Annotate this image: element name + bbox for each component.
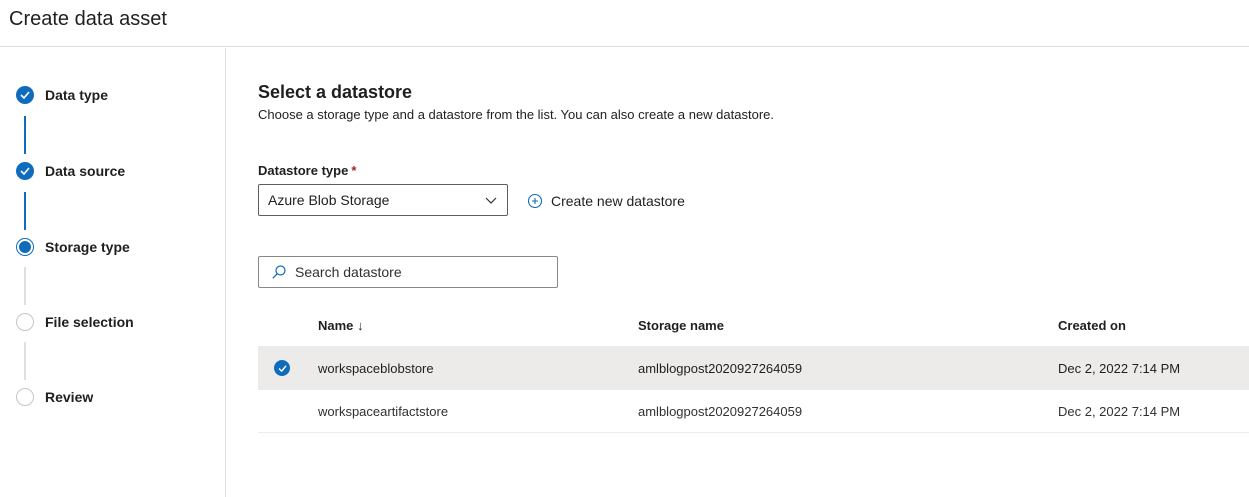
storage-name: amlblogpost2020927264059 — [638, 404, 803, 419]
datastore-name: workspaceartifactstore — [318, 404, 449, 419]
search-input[interactable] — [295, 264, 545, 280]
wizard-step-data-source[interactable]: Data source — [16, 162, 125, 180]
sort-down-arrow-icon: ↓ — [357, 318, 364, 333]
header-bar: Create data asset — [0, 0, 1249, 47]
table-row[interactable]: workspaceblobstore amlblogpost2020927264… — [258, 347, 1249, 390]
wizard-step-file-selection[interactable]: File selection — [16, 313, 134, 331]
wizard-step-label: Review — [45, 389, 94, 405]
wizard-step-label: File selection — [45, 314, 134, 330]
created-on: Dec 2, 2022 7:14 PM — [1058, 361, 1181, 376]
create-new-datastore-button[interactable]: Create new datastore — [527, 193, 685, 209]
column-header-name[interactable]: Name ↓ — [318, 318, 364, 333]
section-description: Choose a storage type and a datastore fr… — [258, 107, 774, 122]
check-circle-icon — [16, 162, 34, 180]
wizard-connector — [24, 267, 26, 305]
search-box[interactable] — [258, 256, 558, 288]
datastore-type-label: Datastore type * — [258, 163, 356, 178]
datastore-type-value: Azure Blob Storage — [268, 192, 390, 208]
chevron-down-icon — [485, 197, 497, 204]
wizard-connector — [24, 192, 26, 230]
wizard-sidebar — [0, 48, 226, 497]
created-on: Dec 2, 2022 7:14 PM — [1058, 404, 1181, 419]
wizard-step-data-type[interactable]: Data type — [16, 86, 108, 104]
storage-name: amlblogpost2020927264059 — [638, 361, 803, 376]
required-mark: * — [351, 163, 357, 178]
table-header: Name ↓ Storage name Created on — [258, 306, 1249, 347]
add-circle-icon — [527, 193, 543, 209]
wizard-step-label: Storage type — [45, 239, 130, 255]
wizard-step-storage-type[interactable]: Storage type — [16, 238, 130, 256]
page-title: Create data asset — [9, 8, 167, 30]
wizard-connector — [24, 342, 26, 380]
datastore-table: Name ↓ Storage name Created on workspace… — [258, 306, 1249, 433]
check-circle-icon[interactable] — [274, 360, 290, 376]
wizard-connector — [24, 116, 26, 154]
wizard-step-label: Data source — [45, 163, 126, 179]
empty-circle-icon — [16, 313, 34, 331]
wizard-step-review[interactable]: Review — [16, 388, 93, 406]
datastore-name: workspaceblobstore — [318, 361, 434, 376]
check-circle-icon — [16, 86, 34, 104]
create-new-datastore-label: Create new datastore — [551, 193, 685, 209]
column-header-created-on[interactable]: Created on — [1058, 318, 1126, 333]
column-header-name-label: Name — [318, 318, 354, 333]
datastore-type-dropdown[interactable]: Azure Blob Storage — [258, 184, 508, 216]
column-header-storage-name[interactable]: Storage name — [638, 318, 724, 333]
empty-circle-icon — [16, 388, 34, 406]
wizard-step-label: Data type — [45, 87, 109, 103]
section-title: Select a datastore — [258, 82, 413, 102]
current-step-icon — [16, 238, 34, 256]
search-icon — [272, 265, 286, 279]
table-row[interactable]: workspaceartifactstore amlblogpost202092… — [258, 390, 1249, 433]
datastore-type-label-text: Datastore type — [258, 163, 349, 178]
